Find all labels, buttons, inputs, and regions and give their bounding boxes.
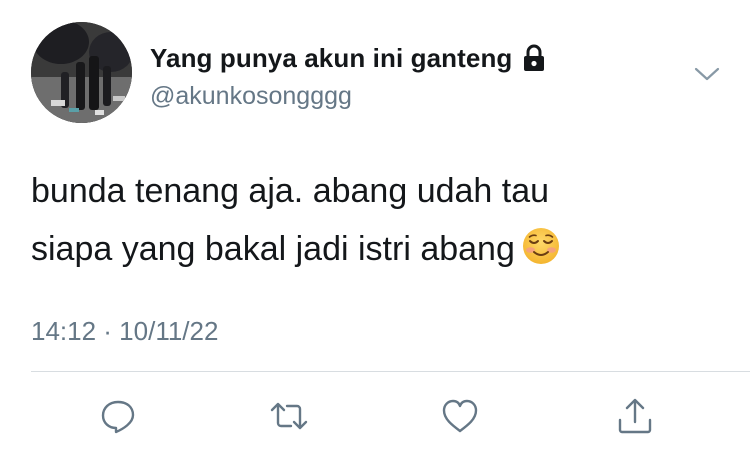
display-name[interactable]: Yang punya akun ini ganteng: [150, 42, 512, 74]
tweet-text-line: bunda tenang aja. abang udah tau: [31, 172, 550, 210]
user-handle[interactable]: @akunkosongggg: [150, 80, 352, 112]
heart-icon[interactable]: [440, 396, 480, 436]
reply-icon[interactable]: [98, 396, 138, 436]
tweet-text-line-content: siapa yang bakal jadi istri abang: [31, 230, 515, 268]
tweet-screen: Yang punya akun ini ganteng @akunkosongg…: [0, 0, 750, 462]
tweet-timestamp[interactable]: 14:12 · 10/11/22: [31, 314, 218, 348]
tweet-actions: [0, 396, 750, 436]
lock-icon: [522, 44, 546, 72]
author-name-row: Yang punya akun ini ganteng: [150, 42, 546, 74]
avatar-photo: [31, 22, 132, 123]
tweet-text-line: siapa yang bakal jadi istri abang: [31, 220, 721, 278]
avatar[interactable]: [31, 22, 132, 123]
chevron-down-icon[interactable]: [692, 64, 722, 84]
share-icon[interactable]: [615, 396, 655, 436]
divider: [31, 371, 750, 372]
smiling-face-icon: [521, 226, 561, 266]
tweet-text: bunda tenang aja. abang udah tau siapa y…: [31, 162, 721, 278]
retweet-icon[interactable]: [269, 396, 309, 436]
